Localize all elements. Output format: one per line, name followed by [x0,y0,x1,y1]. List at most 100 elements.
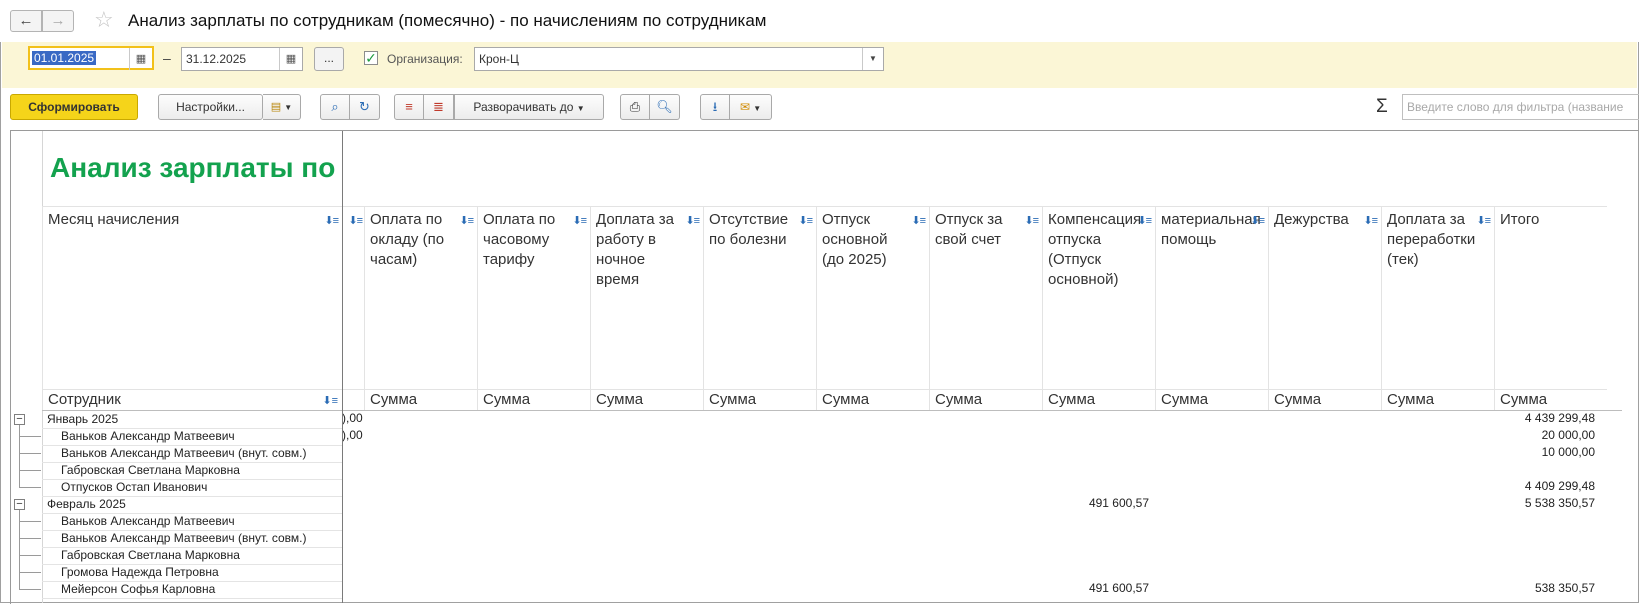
column-header-label: Доплата за переработки (тек) [1387,211,1476,268]
employee-row[interactable]: Мейерсон Софья Карловна [42,581,1622,598]
employee-name: Громова Надежда Петровна [61,565,219,579]
sort-icon[interactable]: ⬇≡ [459,211,474,231]
print-preview-button[interactable]: 🔍︎ [650,94,680,120]
sort-icon[interactable]: ⬇≡ [685,211,700,231]
row-header-month[interactable]: Месяц начисления ⬇≡ [42,206,342,389]
calendar-icon[interactable]: ▦ [129,48,152,70]
column-subheader: Сумма [590,389,703,411]
employee-row[interactable]: Отпусков Остап Иванович [42,479,1622,496]
sort-icon[interactable]: ⬇≡ [348,211,363,231]
column-header[interactable]: Оплата по часовому тарифу ⬇≡ [477,206,590,389]
organization-checkbox[interactable]: ✓ [364,51,378,65]
report-title: Анализ зарплаты по сотрудникам (помесячн… [50,152,340,183]
window-title: Анализ зарплаты по сотрудникам (помесячн… [128,11,767,30]
employee-name: Мейерсон Софья Карловна [61,582,216,596]
month-name: Январь 2025 [47,412,119,426]
organization-label: Организация: [387,52,463,66]
save-button[interactable]: ⭳ [700,94,730,120]
sort-icon[interactable]: ⬇≡ [1250,211,1265,231]
sum-header-hidden [342,389,364,411]
expand-to-button[interactable]: Разворачивать до ▼ [454,94,604,120]
collapse-toggle-icon[interactable]: − [14,499,25,510]
column-subheader: Сумма [703,389,816,411]
column-header-label: Доплата за работу в ночное время [596,211,674,288]
month-group-row[interactable]: Февраль 2025 [42,496,1622,513]
column-header[interactable]: Отпуск основной (до 2025) ⬇≡ [816,206,929,389]
row-divider [42,598,342,599]
employee-name: Габровская Светлана Марковна [61,463,240,477]
sort-icon[interactable]: ⬇≡ [1363,211,1378,231]
sort-icon[interactable]: ⬇≡ [572,211,587,231]
expand-all-button[interactable]: ≣ [424,94,454,120]
sort-icon[interactable]: ⬇≡ [1024,211,1039,231]
print-button[interactable]: ⎙ [620,94,650,120]
employee-name: Отпусков Остап Иванович [61,480,208,494]
employee-name: Ваньков Александр Матвеевич (внут. совм.… [61,531,307,545]
column-header[interactable]: Дежурства ⬇≡ [1268,206,1381,389]
cell-value-total: 4 409 299,48 [1524,479,1595,493]
column-header-hidden[interactable]: ⬇≡ [342,206,364,389]
report-variants-button[interactable]: ▤ ▼ [263,94,301,120]
search-input[interactable]: Введите слово для фильтра (название [1402,94,1639,120]
column-header[interactable]: материальная помощь ⬇≡ [1155,206,1268,389]
sort-icon[interactable]: ⬇≡ [322,394,338,407]
find-next-button[interactable]: ↻ [350,94,380,120]
employee-name: Габровская Светлана Марковна [61,548,240,562]
column-header[interactable]: Отпуск за свой счет ⬇≡ [929,206,1042,389]
sort-icon[interactable]: ⬇≡ [911,211,926,231]
employee-row[interactable]: Ваньков Александр Матвеевич [42,428,1622,445]
column-header-label: Оплата по окладу (по часам) [370,211,445,268]
back-button[interactable]: ← [10,10,42,32]
date-to-field[interactable]: 31.12.2025 ▦ [181,47,303,71]
favorite-star-icon[interactable]: ☆ [94,8,114,32]
employee-row[interactable]: Ваньков Александр Матвеевич [42,513,1622,530]
column-header[interactable]: Доплата за работу в ночное время ⬇≡ [590,206,703,389]
column-header-label: Дежурства [1274,211,1349,228]
sum-icon[interactable]: Σ [1376,96,1388,118]
column-subheader: Сумма [1268,389,1381,411]
collapse-all-button[interactable]: ≡ [394,94,424,120]
forward-button[interactable]: → [42,10,74,32]
column-header-label: Компенсация отпуска (Отпуск основной) [1048,211,1142,288]
column-header[interactable]: Итого [1494,206,1607,389]
sort-icon[interactable]: ⬇≡ [1476,211,1491,231]
chevron-down-icon[interactable]: ▼ [862,48,883,70]
column-subheader: Сумма [364,389,477,411]
employee-row[interactable]: Габровская Светлана Марковна [42,462,1622,479]
employee-row[interactable]: Громова Надежда Петровна [42,564,1622,581]
calendar-icon[interactable]: ▦ [279,48,302,70]
cell-value-total: 538 350,57 [1534,581,1595,595]
filter-bar: 01.01.2025 ▦ – 31.12.2025 ▦ ... ✓ Органи… [2,42,1637,88]
month-group-row[interactable]: Январь 2025 [42,411,1622,428]
search-next-icon: ↻ [359,99,370,114]
column-subheader: Сумма [929,389,1042,411]
column-subheader: Сумма [816,389,929,411]
employee-row[interactable]: Габровская Светлана Марковна [42,547,1622,564]
month-name: Февраль 2025 [47,497,126,511]
period-select-button[interactable]: ... [314,47,344,71]
collapse-toggle-icon[interactable]: − [14,414,25,425]
employee-name: Ваньков Александр Матвеевич (внут. совм.… [61,446,307,460]
variants-icon: ▤ [270,101,282,113]
organization-field[interactable]: Крон-Ц ▼ [474,47,884,71]
column-header[interactable]: Компенсация отпуска (Отпуск основной) ⬇≡ [1042,206,1155,389]
row-header-employee[interactable]: Сотрудник ⬇≡ [42,389,342,411]
employee-row[interactable]: Ваньков Александр Матвеевич (внут. совм.… [42,530,1622,547]
send-button[interactable]: ✉ ▼ [730,94,772,120]
column-header[interactable]: Оплата по окладу (по часам) ⬇≡ [364,206,477,389]
cell-value: ),00 [342,428,363,442]
sort-icon[interactable]: ⬇≡ [798,211,813,231]
column-header[interactable]: Доплата за переработки (тек) ⬇≡ [1381,206,1494,389]
settings-button[interactable]: Настройки... [158,94,263,120]
employee-row[interactable]: Ваньков Александр Матвеевич (внут. совм.… [42,445,1622,462]
column-header[interactable]: Отсутствие по болезни ⬇≡ [703,206,816,389]
date-from-field[interactable]: 01.01.2025 ▦ [28,46,154,70]
sort-icon[interactable]: ⬇≡ [324,211,339,231]
generate-button[interactable]: Сформировать [10,94,138,120]
sort-icon[interactable]: ⬇≡ [1137,211,1152,231]
tree-branch-line [19,436,41,437]
find-button[interactable]: ⌕ [320,94,350,120]
employee-name: Ваньков Александр Матвеевич [61,514,235,528]
employee-name: Ваньков Александр Матвеевич [61,429,235,443]
column-subheader: Сумма [477,389,590,411]
